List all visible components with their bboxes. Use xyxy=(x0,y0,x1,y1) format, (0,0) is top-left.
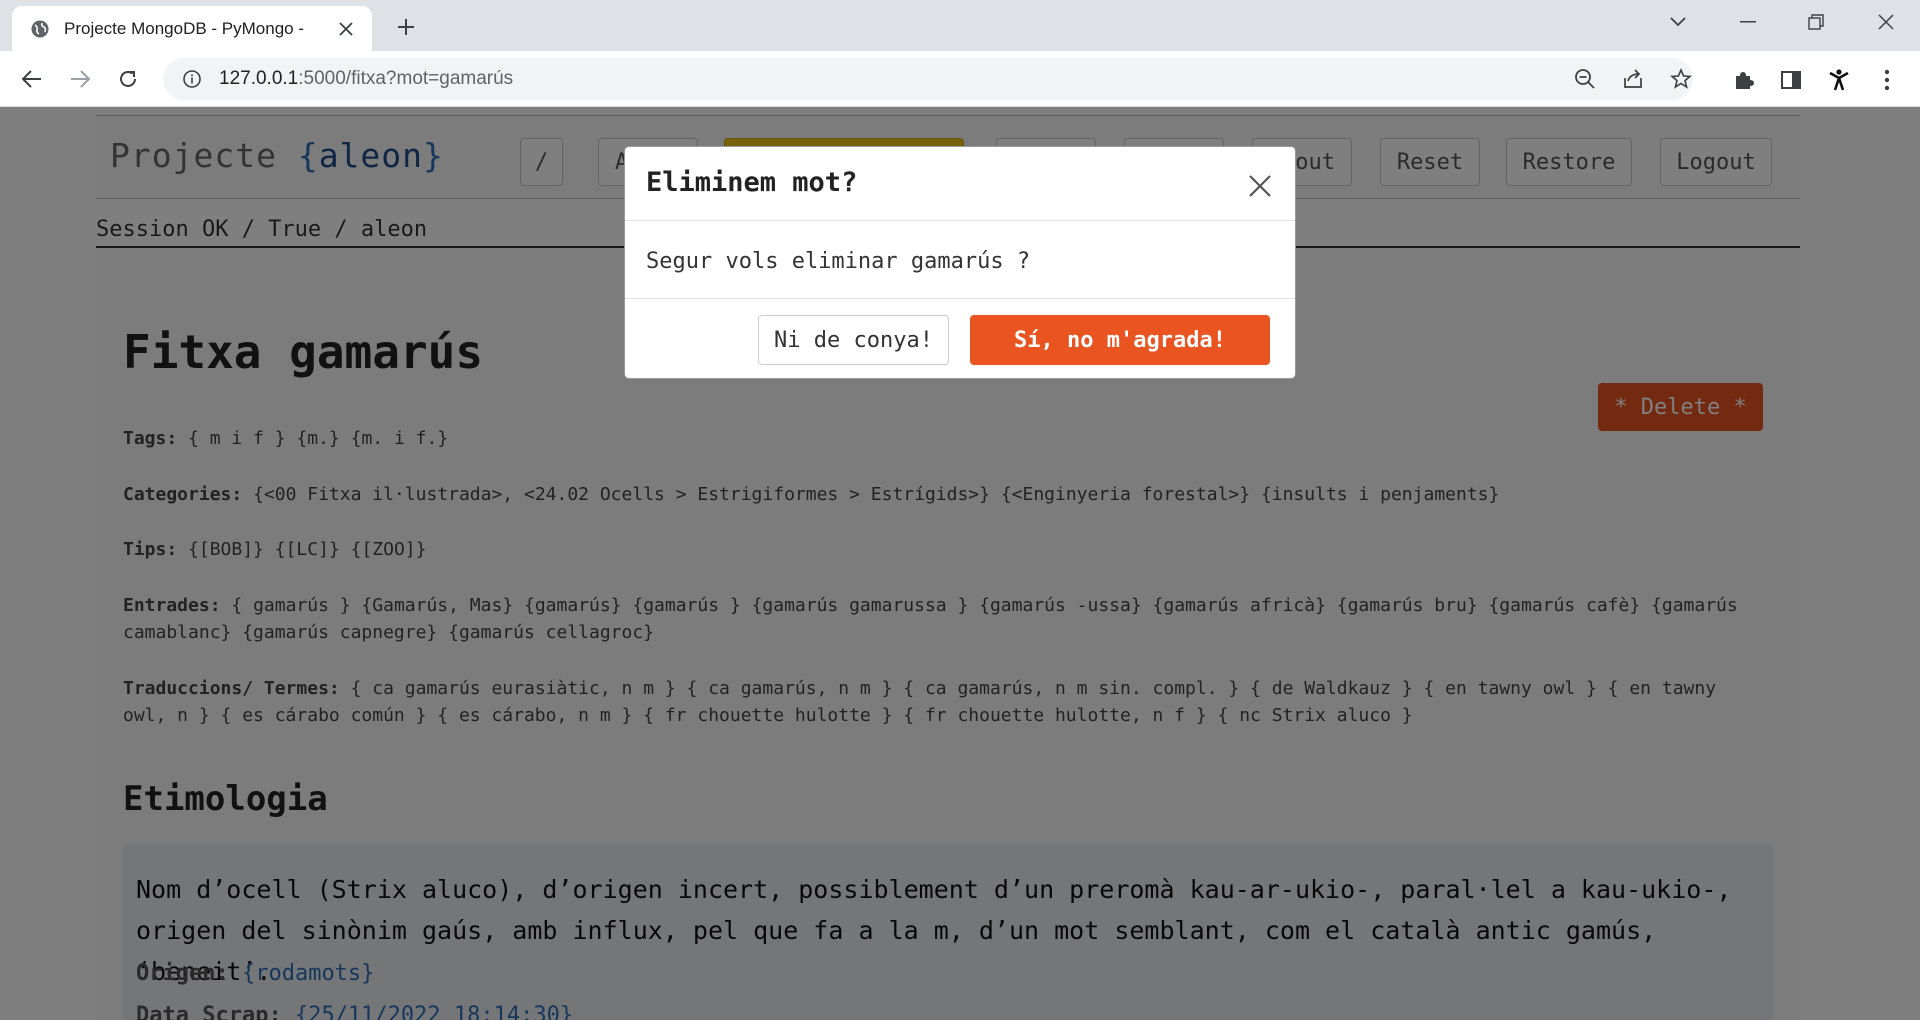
browser-tab[interactable]: Projecte MongoDB - PyMongo - xyxy=(12,6,372,51)
globe-icon xyxy=(30,19,50,39)
close-icon[interactable] xyxy=(1245,171,1275,201)
menu-kebab-icon[interactable] xyxy=(1874,67,1900,93)
back-icon[interactable] xyxy=(16,63,48,95)
bookmark-star-icon[interactable] xyxy=(1669,67,1693,91)
close-tab-icon[interactable] xyxy=(334,17,358,41)
modal-footer: Ni de conya! Sí, no m'agrada! xyxy=(625,298,1295,378)
address-bar[interactable]: 127.0.0.1:5000/fitxa?mot=gamarús xyxy=(163,58,1693,100)
cancel-button[interactable]: Ni de conya! xyxy=(758,315,949,365)
new-tab-icon[interactable] xyxy=(392,13,420,41)
modal-title: Eliminem mot? xyxy=(646,167,858,198)
side-panel-icon[interactable] xyxy=(1778,67,1804,93)
extensions-icon[interactable] xyxy=(1730,67,1756,93)
tab-strip: Projecte MongoDB - PyMongo - xyxy=(0,0,1920,51)
reload-icon[interactable] xyxy=(112,63,144,95)
zoom-icon[interactable] xyxy=(1573,67,1597,91)
confirm-delete-modal: Eliminem mot? Segur vols eliminar gamarú… xyxy=(624,146,1296,379)
close-window-icon[interactable] xyxy=(1856,8,1916,36)
tab-search-icon[interactable] xyxy=(1648,8,1708,36)
forward-icon[interactable] xyxy=(64,63,96,95)
site-info-icon[interactable] xyxy=(181,68,203,90)
browser-toolbar: 127.0.0.1:5000/fitxa?mot=gamarús xyxy=(0,51,1920,107)
url-text[interactable]: 127.0.0.1:5000/fitxa?mot=gamarús xyxy=(219,68,513,90)
share-icon[interactable] xyxy=(1621,67,1645,91)
modal-message: Segur vols eliminar gamarús ? xyxy=(646,249,1031,274)
profile-avatar-icon[interactable] xyxy=(1826,67,1852,93)
tab-title: Projecte MongoDB - PyMongo - xyxy=(64,18,304,38)
modal-header: Eliminem mot? xyxy=(625,147,1295,221)
minimize-icon[interactable] xyxy=(1718,8,1778,36)
confirm-delete-button[interactable]: Sí, no m'agrada! xyxy=(970,315,1270,365)
restore-icon[interactable] xyxy=(1786,8,1846,36)
